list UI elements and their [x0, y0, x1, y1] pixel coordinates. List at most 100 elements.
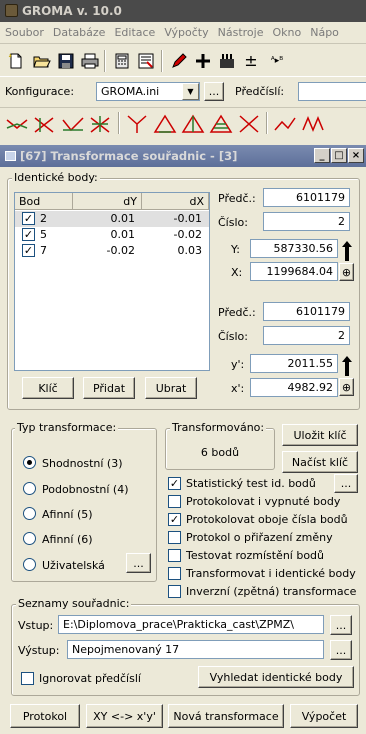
minimize-button[interactable]: _ — [314, 148, 330, 163]
identical-points-list[interactable]: Bod dY dX ✓ 2 0.01 -0.01 ✓ 5 0.01 -0.02 … — [14, 192, 210, 371]
checkbox-protokolovat-oboje[interactable]: ✓ — [168, 513, 181, 526]
x-field[interactable]: 1199684.04 — [250, 262, 338, 281]
x-lines-icon[interactable] — [236, 112, 262, 136]
menu-editace[interactable]: Editace — [109, 22, 159, 39]
menu-vypocty[interactable]: Výpočty — [159, 22, 212, 39]
group-points-icon[interactable] — [217, 51, 237, 71]
row-checkbox[interactable]: ✓ — [22, 212, 35, 225]
compute-button[interactable]: Výpočet — [290, 704, 358, 728]
option-label: Inverzní (zpětná) transformace — [186, 585, 357, 598]
x2-field[interactable]: 4982.92 — [250, 378, 338, 397]
a-to-b-icon[interactable]: ᴬ▸ᴮ — [264, 51, 290, 71]
new-transform-button[interactable]: Nová transformace — [168, 704, 284, 728]
menu-okno[interactable]: Okno — [268, 22, 306, 39]
checkbox-protokol-prirazeni[interactable] — [168, 531, 181, 544]
groma-app-icon — [5, 4, 18, 17]
checkbox-ignore-prefix[interactable] — [21, 672, 34, 685]
crosshair-pick-icon[interactable]: ⊕ — [339, 378, 354, 396]
row-dy: 0.01 — [110, 228, 136, 241]
cislo-field[interactable]: 2 — [263, 212, 350, 231]
option-label: Statistický test id. bodů — [186, 477, 316, 490]
column-header-bod[interactable]: Bod — [15, 193, 73, 210]
triangle-hatch-icon[interactable] — [208, 112, 234, 136]
cross-lines-icon[interactable] — [32, 112, 58, 136]
cislo2-field[interactable]: 2 — [263, 326, 350, 345]
maximize-button[interactable]: □ — [331, 148, 347, 163]
angle-lines-icon[interactable] — [60, 112, 86, 136]
protocol-button[interactable]: Protokol — [10, 704, 80, 728]
config-browse-button[interactable]: ... — [204, 82, 224, 101]
column-header-dy[interactable]: dY — [73, 193, 142, 210]
predcisli-select[interactable] — [298, 82, 366, 101]
menu-napoveda[interactable]: Nápo — [305, 22, 343, 39]
database-form-icon[interactable] — [136, 51, 156, 71]
predc2-field[interactable]: 6101179 — [263, 302, 350, 321]
print-icon[interactable] — [80, 51, 100, 71]
key-button[interactable]: Klíč — [22, 377, 74, 399]
predc-field[interactable]: 6101179 — [263, 188, 350, 207]
close-button[interactable]: × — [348, 148, 364, 163]
save-key-button[interactable]: Uložit klíč — [282, 424, 358, 446]
drawing-toolbar — [0, 107, 366, 139]
row-checkbox[interactable]: ✓ — [22, 244, 35, 257]
y2-label: y': — [231, 358, 245, 371]
config-bar: Konfigurace: GROMA.ini ▼ ... Předčíslí: — [0, 78, 366, 106]
row-checkbox[interactable]: ✓ — [22, 228, 35, 241]
statistic-settings-button[interactable]: ... — [334, 474, 358, 493]
checkbox-transformovat-identicke[interactable] — [168, 567, 181, 580]
intersection-lines-icon[interactable] — [4, 112, 30, 136]
x-label: X: — [231, 266, 243, 279]
checkbox-testovat-rozmisteni[interactable] — [168, 549, 181, 562]
radio-uzivatelska[interactable] — [23, 558, 36, 571]
checkbox-inverzni[interactable] — [168, 585, 181, 598]
menu-databaze[interactable]: Databáze — [48, 22, 110, 39]
input-browse-button[interactable]: ... — [330, 615, 352, 635]
zigzag-icon[interactable] — [300, 112, 326, 136]
radio-label: Afinní (6) — [42, 533, 93, 546]
output-path-field[interactable]: Nepojmenovaný 17 — [67, 640, 324, 659]
coordinate-lists-label: Seznamy souřadnic: — [16, 597, 132, 610]
radio-shodnostni[interactable] — [23, 456, 36, 469]
multi-cross-icon[interactable] — [88, 112, 114, 136]
calculator-icon[interactable] — [112, 51, 132, 71]
y2-field[interactable]: 2011.55 — [250, 354, 338, 373]
swap-arrow-icon[interactable] — [340, 240, 354, 262]
open-folder-icon[interactable] — [32, 51, 52, 71]
x2-label: x': — [231, 382, 245, 395]
transform-window-title-bar: [67] Transformace souřadnic - [3] _ □ × — [0, 145, 366, 167]
swap-arrow-icon[interactable] — [340, 355, 354, 377]
polyline-icon[interactable] — [272, 112, 298, 136]
checkbox-protokolovat-vypnute[interactable] — [168, 495, 181, 508]
chevron-down-icon[interactable]: ▼ — [182, 83, 199, 100]
checkbox-statisticky-test[interactable]: ✓ — [168, 477, 181, 490]
radio-afinni-5[interactable] — [23, 507, 36, 520]
triangle-icon[interactable] — [152, 112, 178, 136]
remove-button[interactable]: Ubrat — [145, 377, 197, 399]
crosshair-pick-icon[interactable]: ⊕ — [339, 263, 354, 281]
app-title: GROMA v. 10.0 — [22, 4, 122, 18]
menu-soubor[interactable]: Soubor — [0, 22, 48, 39]
radio-afinni-6[interactable] — [23, 532, 36, 545]
table-row[interactable]: ✓ 7 -0.02 0.03 — [15, 243, 209, 259]
user-transform-button[interactable]: ... — [126, 553, 151, 573]
swap-xy-button[interactable]: XY <-> x'y' — [86, 704, 163, 728]
load-key-button[interactable]: Načíst klíč — [282, 451, 358, 473]
output-browse-button[interactable]: ... — [330, 640, 352, 660]
add-point-icon[interactable] — [193, 51, 213, 71]
radio-label: Uživatelská — [42, 559, 105, 572]
triangle-split-icon[interactable] — [180, 112, 206, 136]
column-header-dx[interactable]: dX — [142, 193, 209, 210]
draw-pen-icon[interactable] — [169, 51, 189, 71]
new-document-icon[interactable] — [6, 51, 26, 71]
radio-podobnostni[interactable] — [23, 482, 36, 495]
add-button[interactable]: Přidat — [83, 377, 135, 399]
fork-point-icon[interactable] — [124, 112, 150, 136]
plus-minus-icon[interactable]: ± — [241, 51, 261, 71]
input-path-field[interactable]: E:\Diplomova_prace\Prakticka_cast\ZPMZ\ — [58, 615, 324, 634]
table-row[interactable]: ✓ 5 0.01 -0.02 — [15, 227, 209, 243]
table-row[interactable]: ✓ 2 0.01 -0.01 — [15, 211, 209, 227]
save-disk-icon[interactable] — [56, 51, 76, 71]
menu-nastroje[interactable]: Nástroje — [213, 22, 268, 39]
y-field[interactable]: 587330.56 — [250, 239, 338, 258]
find-identical-button[interactable]: Vyhledat identické body — [198, 666, 354, 688]
